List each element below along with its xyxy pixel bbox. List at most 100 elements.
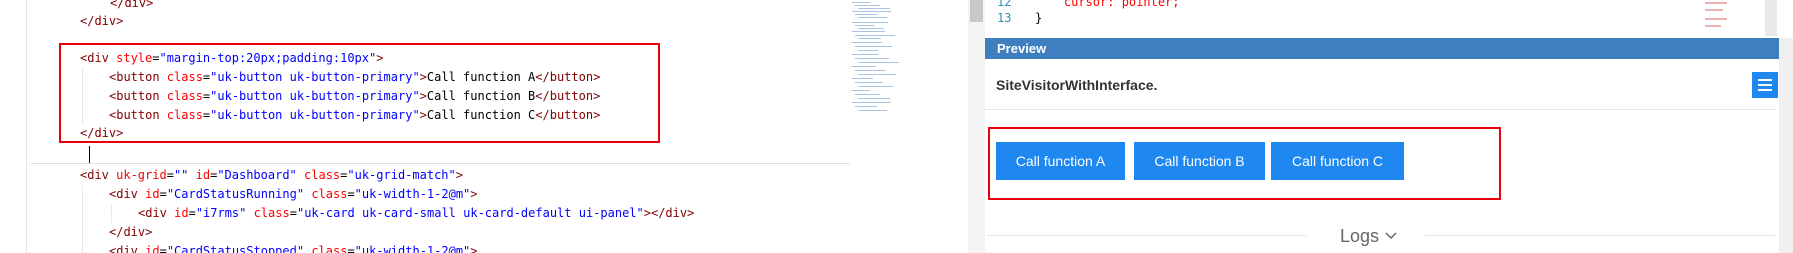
code-token: class [253,206,290,220]
minimap-line [858,28,884,29]
minimap-line [852,90,870,91]
minimap-line [858,17,887,18]
code-token: "uk-card uk-card-small uk-card-default u… [296,206,644,220]
code-line: </div> [80,12,123,31]
code-line: <div uk-grid="" id="Dashboard" class="uk… [80,166,463,185]
code-line: <div id="CardStatusRunning" class="uk-wi… [109,185,478,204]
code-token: "" [173,168,196,182]
code-token: <div [109,187,146,201]
hamburger-menu-button[interactable] [1752,72,1778,98]
minimap-line [852,11,891,12]
code-token: "uk-width-1-2@m" [354,244,471,253]
minimap-line [858,86,893,87]
code-token: uk-grid [116,168,167,182]
minimap-line [852,2,870,3]
minimap-line [858,98,890,99]
minimap-line [858,62,899,63]
minimap-line [855,106,877,107]
menu-icon [1758,84,1772,86]
minimap-line [852,66,876,67]
preview-header: Preview [985,38,1793,59]
html-code-editor[interactable]: </div> </div> <div style="margin-top:20px;… [0,0,985,253]
code-token: "CardStatusRunning" [166,187,312,201]
code-line: </div> [109,223,152,242]
right-pane: 12 13 cursor: pointer; } Preview SiteVis… [985,0,1793,253]
code-token: = [159,187,167,201]
logs-divider [1425,235,1775,236]
navbar-divider [985,109,1775,110]
minimap-line [855,94,880,95]
minimap-line [852,42,882,43]
minimap-line [852,22,888,23]
menu-icon [1758,89,1772,91]
indent-guide [111,204,112,223]
minimap-line [852,31,885,32]
minimap-line [858,74,896,75]
code-token: ></div> [643,206,695,220]
code-token: > [455,168,463,182]
minimap-line [855,82,883,83]
css-code-editor[interactable]: 12 13 cursor: pointer; } [985,0,1793,36]
line-number: 12 [997,0,1012,9]
minimap-line [858,38,881,39]
code-token: "Dashboard" [217,168,305,182]
vertical-scrollbar[interactable] [968,0,985,253]
annotation-highlight-box [59,43,660,143]
code-token: class [304,168,341,182]
minimap-line [855,35,895,36]
css-scrollbar[interactable] [1765,0,1777,36]
text-caret [89,146,90,163]
logs-label: Logs [1340,226,1380,246]
minimap-line [855,14,877,15]
minimap-line [855,58,889,59]
annotation-highlight-box [988,127,1501,200]
code-token: <div [109,244,146,253]
code-token: </div> [110,0,154,10]
preview-scrollbar[interactable] [1779,38,1793,253]
code-token: "uk-grid-match" [347,168,456,182]
logs-divider [987,235,1307,236]
chevron-down-icon [1385,232,1397,240]
minimap-line [852,102,891,103]
code-token: class [311,244,348,253]
minimap-line [858,50,878,51]
logs-toggle[interactable]: Logs [1340,225,1397,247]
preview-body: SiteVisitorWithInterface. Call function … [985,59,1793,253]
code-token: = [289,206,297,220]
minimap-line [855,70,886,71]
code-token: id [174,206,189,220]
code-line: <div id="i7rms" class="uk-card uk-card-s… [138,204,694,223]
current-line-marker [30,163,850,164]
minimap-line [855,46,892,47]
code-token: "i7rms" [195,206,254,220]
code-token: = [347,244,355,253]
minimap-line [858,110,887,111]
minimap-line [855,25,874,26]
code-token: > [470,244,478,253]
minimap-line [852,54,879,55]
gutter-separator [26,0,27,253]
minimap-line [858,8,890,9]
code-token: id [195,168,211,182]
code-token: > [470,187,478,201]
code-token: id [145,187,160,201]
minimap-line [852,78,873,79]
code-line: <div id="CardStatusStopped" class="uk-wi… [109,242,478,253]
css-minimap[interactable] [1701,0,1741,36]
code-token: </div> [109,225,153,239]
code-token: <div [80,168,117,182]
code-token: = [159,244,167,253]
code-token: = [166,168,174,182]
site-title[interactable]: SiteVisitorWithInterface. [996,77,1157,93]
scrollbar-thumb[interactable] [970,0,983,22]
code-token: "uk-width-1-2@m" [354,187,471,201]
code-token: = [188,206,196,220]
css-code-line: } [1035,11,1043,25]
code-token: "CardStatusStopped" [166,244,312,253]
code-token: class [311,187,348,201]
code-token: </div> [80,14,124,28]
code-minimap[interactable] [848,0,908,140]
code-token: id [145,244,160,253]
code-token: <div [138,206,175,220]
minimap-line [855,5,880,6]
